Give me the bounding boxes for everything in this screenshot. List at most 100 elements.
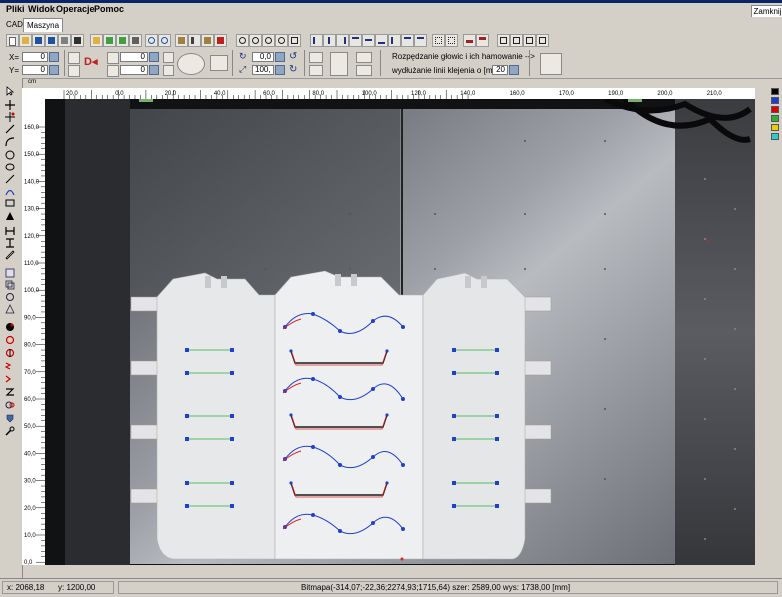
machine-icon[interactable] — [540, 53, 562, 75]
delete-icon[interactable] — [214, 34, 227, 47]
mirror-up-icon[interactable] — [356, 52, 372, 63]
align-middle-icon[interactable] — [362, 34, 375, 47]
rotate-cw-icon[interactable]: ↺ — [289, 51, 300, 62]
color-black-swatch[interactable] — [771, 88, 779, 95]
vertical-ruler[interactable]: 160,0 150,0 140,0 130,0 120,0 110,0 100,0 90,0 8… — [22, 99, 46, 565]
measure-tool-icon[interactable] — [5, 250, 15, 260]
rotate-ccw-icon[interactable]: ↻ — [289, 64, 300, 75]
print-icon[interactable] — [129, 34, 142, 47]
height-input[interactable] — [120, 65, 148, 75]
cut-icon[interactable] — [188, 34, 201, 47]
glue-line-extend-input[interactable] — [492, 65, 508, 75]
scale-spin-icon[interactable] — [275, 65, 285, 75]
step-tool-icon[interactable] — [5, 387, 15, 397]
link-icon[interactable] — [163, 65, 174, 76]
rotate-tool-icon[interactable] — [5, 292, 15, 302]
zigzag-tool-icon[interactable] — [5, 361, 15, 371]
zoom-window-icon[interactable] — [288, 34, 301, 47]
pointer-tool-icon[interactable] — [5, 86, 15, 96]
paste-icon[interactable] — [175, 34, 188, 47]
drawing-canvas[interactable] — [45, 99, 755, 565]
menu-pliki[interactable]: Pliki — [6, 4, 25, 14]
cross-tool-icon[interactable] — [5, 100, 15, 110]
scale-input[interactable] — [252, 65, 274, 75]
circle-tool-icon[interactable] — [5, 150, 15, 160]
align-top-icon[interactable] — [349, 34, 362, 47]
anchor-icon[interactable] — [68, 65, 80, 77]
flip-h-icon[interactable] — [309, 52, 323, 63]
width-icon[interactable] — [107, 52, 119, 64]
height-icon[interactable] — [107, 65, 119, 77]
width-input[interactable] — [120, 52, 148, 62]
color-yellow-swatch[interactable] — [771, 124, 779, 131]
move-down-icon[interactable] — [463, 34, 476, 47]
polyline-tool-icon[interactable] — [5, 174, 15, 184]
bezier-tool-icon[interactable] — [5, 186, 15, 196]
height-spin-icon[interactable] — [149, 65, 159, 75]
link-tool-icon[interactable] — [5, 400, 15, 410]
text-tool-icon[interactable] — [5, 211, 15, 221]
menu-operacje[interactable]: Operacje — [56, 4, 95, 14]
dimension-h-tool-icon[interactable] — [5, 226, 15, 236]
dimension-v-tool-icon[interactable] — [5, 238, 15, 248]
grid-icon[interactable] — [432, 34, 445, 47]
fill-tool-icon[interactable] — [5, 322, 15, 332]
arc-tool-icon[interactable] — [5, 137, 15, 147]
x-coordinate-input[interactable] — [22, 52, 48, 62]
color-green-swatch[interactable] — [771, 115, 779, 122]
zoom-icon[interactable] — [236, 34, 249, 47]
ungroup-icon[interactable] — [510, 34, 523, 47]
mirror-tool-icon[interactable] — [5, 304, 15, 314]
zoom-in-icon[interactable] — [249, 34, 262, 47]
export-icon[interactable] — [116, 34, 129, 47]
extend-spin-icon[interactable] — [509, 65, 519, 75]
rectangle-tool-icon[interactable] — [5, 198, 15, 208]
save-icon[interactable] — [32, 34, 45, 47]
ellipse-tool-icon[interactable] — [5, 162, 15, 172]
node-tool-icon[interactable] — [5, 112, 15, 122]
glue-start-tool-icon[interactable] — [5, 348, 15, 358]
lock-aspect-icon[interactable] — [163, 52, 174, 63]
menu-widok[interactable]: Widok — [28, 4, 55, 14]
x-spin-icon[interactable] — [49, 52, 59, 62]
snap-icon[interactable] — [445, 34, 458, 47]
distribute-v-icon[interactable] — [401, 34, 414, 47]
align-right-icon[interactable] — [336, 34, 349, 47]
save-as-icon[interactable] — [45, 34, 58, 47]
copy-icon[interactable] — [201, 34, 214, 47]
save-project-icon[interactable] — [103, 34, 116, 47]
frame-icon[interactable] — [210, 55, 228, 71]
align-bottom-icon[interactable] — [375, 34, 388, 47]
zoom-fit-icon[interactable] — [275, 34, 288, 47]
camera-icon[interactable] — [71, 34, 84, 47]
tab-maszyna[interactable]: Maszyna — [23, 18, 64, 32]
nozzle-tool-icon[interactable] — [5, 413, 15, 423]
menu-pomoc[interactable]: Pomoc — [94, 4, 124, 14]
wrench-tool-icon[interactable] — [5, 426, 15, 436]
open-folder-icon[interactable] — [19, 34, 32, 47]
y-spin-icon[interactable] — [49, 65, 59, 75]
color-cyan-swatch[interactable] — [771, 133, 779, 140]
combine-icon[interactable] — [523, 34, 536, 47]
flip-v-icon[interactable] — [309, 65, 323, 76]
redo-icon[interactable] — [158, 34, 171, 47]
color-red-swatch[interactable] — [771, 106, 779, 113]
align-left-icon[interactable] — [310, 34, 323, 47]
break-apart-icon[interactable] — [536, 34, 549, 47]
group-icon[interactable] — [497, 34, 510, 47]
move-up-icon[interactable] — [476, 34, 489, 47]
line-tool-icon[interactable] — [5, 124, 15, 134]
layers-tool-icon[interactable] — [5, 268, 15, 278]
align-center-icon[interactable] — [323, 34, 336, 47]
color-blue-swatch[interactable] — [771, 97, 779, 104]
undo-icon[interactable] — [145, 34, 158, 47]
lock-icon[interactable] — [68, 52, 80, 64]
angle-input[interactable] — [252, 52, 274, 62]
width-spin-icon[interactable] — [149, 52, 159, 62]
center-point-icon[interactable] — [177, 53, 205, 75]
copy-tool-icon[interactable] — [5, 280, 15, 290]
angle-spin-icon[interactable] — [275, 52, 285, 62]
distribute-h-icon[interactable] — [388, 34, 401, 47]
mirror-down-icon[interactable] — [356, 65, 372, 76]
y-coordinate-input[interactable] — [22, 65, 48, 75]
